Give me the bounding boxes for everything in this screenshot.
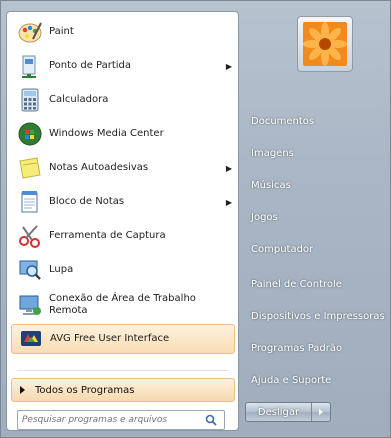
program-lupa[interactable]: Lupa (11, 254, 235, 286)
link-label: Programas Padrão (251, 342, 343, 354)
program-windows-media-center[interactable]: Windows Media Center (11, 118, 235, 150)
submenu-arrow-icon[interactable]: ▶ (223, 62, 235, 71)
program-label: Lupa (49, 264, 74, 275)
program-avg-free-user-interface[interactable]: AVG Free User Interface (11, 324, 235, 354)
flower-avatar-image (303, 22, 347, 66)
program-label: Notas Autoadesivas (49, 162, 149, 173)
getting-started-icon (17, 53, 43, 79)
search-box[interactable] (17, 410, 225, 430)
program-label: Paint (49, 26, 74, 37)
program-label: AVG Free User Interface (50, 333, 170, 344)
shutdown-options-arrow-icon[interactable] (311, 403, 330, 421)
link-label: Computador (251, 243, 314, 255)
link-programas-padrao[interactable]: Programas Padrão (251, 337, 386, 359)
link-label: Painel de Controle (251, 278, 342, 290)
start-menu: Paint Ponto de Partida ▶ Calculadora Win… (0, 0, 391, 438)
program-bloco-de-notas[interactable]: Bloco de Notas ▶ (11, 186, 235, 218)
media-center-icon (17, 121, 43, 147)
link-label: Músicas (251, 179, 291, 191)
program-ponto-de-partida[interactable]: Ponto de Partida ▶ (11, 50, 235, 82)
avg-icon (18, 326, 44, 352)
link-documentos[interactable]: Documentos (251, 110, 386, 132)
program-label: Windows Media Center (49, 128, 164, 139)
program-label: Ferramenta de Captura (49, 230, 166, 241)
program-notas-autoadesivas[interactable]: Notas Autoadesivas ▶ (11, 152, 235, 184)
program-conexao-area-de-trabalho-remota[interactable]: Conexão de Área de Trabalho Remota (11, 288, 235, 322)
submenu-arrow-icon[interactable]: ▶ (223, 198, 235, 207)
sticky-notes-icon (17, 155, 43, 181)
link-computador[interactable]: Computador (251, 238, 386, 260)
all-programs-label: Todos os Programas (35, 384, 135, 396)
program-label: Conexão de Área de Trabalho Remota (49, 293, 196, 316)
search-input[interactable] (18, 415, 202, 425)
program-calculadora[interactable]: Calculadora (11, 84, 235, 116)
program-ferramenta-de-captura[interactable]: Ferramenta de Captura (11, 220, 235, 252)
link-label: Dispositivos e Impressoras (251, 310, 385, 322)
separator (17, 370, 228, 371)
calculator-icon (17, 87, 43, 113)
paint-icon (17, 19, 43, 45)
link-dispositivos-e-impressoras[interactable]: Dispositivos e Impressoras (251, 305, 386, 327)
all-programs-button[interactable]: Todos os Programas (11, 378, 235, 402)
shutdown-label[interactable]: Desligar (246, 403, 311, 421)
link-label: Documentos (251, 115, 315, 127)
remote-desktop-icon (17, 292, 43, 318)
link-musicas[interactable]: Músicas (251, 174, 386, 196)
snipping-tool-icon (17, 223, 43, 249)
programs-panel: Paint Ponto de Partida ▶ Calculadora Win… (6, 11, 239, 431)
program-label: Bloco de Notas (49, 196, 125, 207)
link-painel-de-controle[interactable]: Painel de Controle (251, 273, 386, 295)
shutdown-button[interactable]: Desligar (245, 402, 331, 422)
search-icon[interactable] (202, 411, 220, 429)
user-avatar[interactable] (297, 16, 353, 72)
link-ajuda-e-suporte[interactable]: Ajuda e Suporte (251, 369, 386, 391)
program-label: Calculadora (49, 94, 109, 105)
link-jogos[interactable]: Jogos (251, 206, 386, 228)
notepad-icon (17, 189, 43, 215)
link-label: Jogos (251, 211, 278, 223)
link-label: Ajuda e Suporte (251, 374, 332, 386)
program-paint[interactable]: Paint (11, 16, 235, 48)
magnifier-icon (17, 257, 43, 283)
link-imagens[interactable]: Imagens (251, 142, 386, 164)
submenu-arrow-icon[interactable]: ▶ (223, 164, 235, 173)
expand-arrow-icon (20, 386, 25, 394)
link-label: Imagens (251, 147, 294, 159)
program-label: Ponto de Partida (49, 60, 132, 71)
